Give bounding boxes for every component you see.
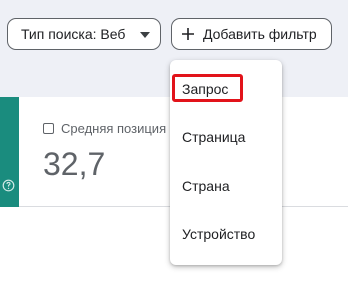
add-filter-label: Добавить фильтр xyxy=(203,26,317,42)
average-position-label: Средняя позиция xyxy=(61,121,167,136)
caret-down-icon xyxy=(140,32,150,38)
help-icon[interactable] xyxy=(2,179,15,192)
search-type-label: Тип поиска: Веб xyxy=(21,26,126,42)
menu-item-label: Устройство xyxy=(182,226,256,242)
add-filter-button[interactable]: Добавить фильтр xyxy=(171,18,332,50)
menu-item-page[interactable]: Страница xyxy=(170,117,282,157)
menu-item-label: Страна xyxy=(182,178,230,194)
menu-item-device[interactable]: Устройство xyxy=(170,214,282,254)
average-position-checkbox[interactable] xyxy=(43,123,54,134)
menu-item-label: Страница xyxy=(182,129,246,145)
search-type-chip[interactable]: Тип поиска: Веб xyxy=(7,18,161,50)
highlight-annotation xyxy=(172,74,243,102)
menu-item-country[interactable]: Страна xyxy=(170,166,282,206)
plus-icon xyxy=(182,28,194,40)
average-position-value: 32,7 xyxy=(43,146,106,182)
